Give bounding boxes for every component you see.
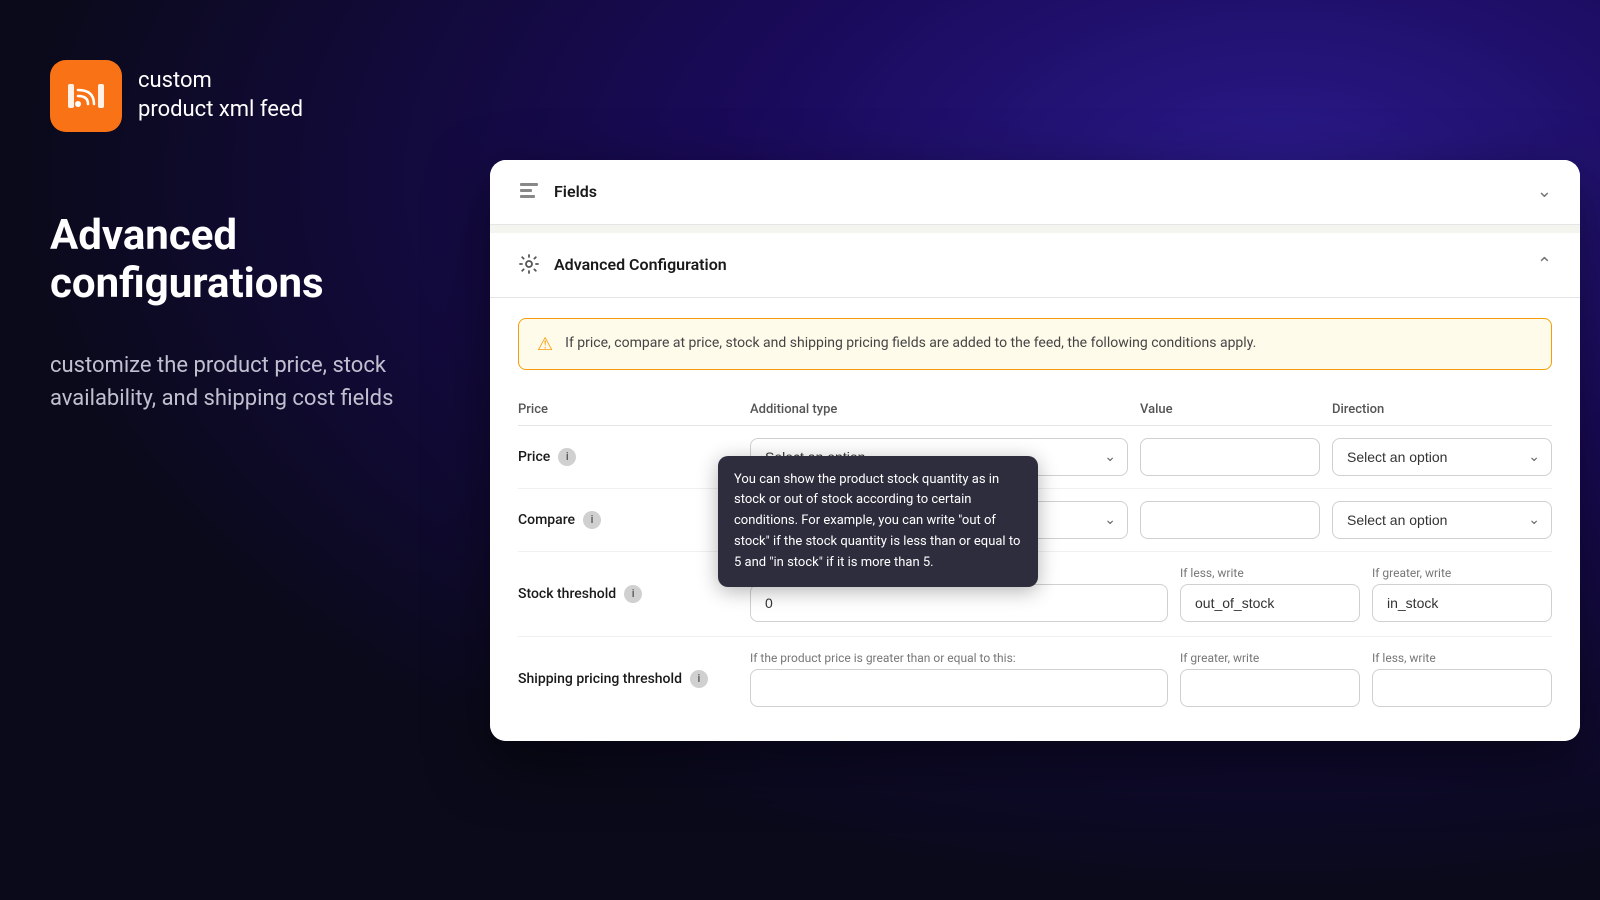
logo-text: custom product xml feed — [138, 67, 303, 124]
compare-direction-wrapper: Select an option Option 1 ⌄ — [1332, 501, 1552, 539]
fields-icon — [518, 180, 542, 204]
compare-label: Compare i — [518, 511, 738, 529]
price-label: Price i — [518, 448, 738, 466]
advanced-section: Advanced Configuration ⌃ ⚠ If price, com… — [490, 233, 1580, 741]
compare-value-wrapper — [1140, 501, 1320, 539]
shipping-if-less-group: If less, write — [1372, 651, 1552, 707]
shipping-condition-group: If the product price is greater than or … — [750, 651, 1168, 707]
shipping-if-greater-input[interactable] — [1180, 669, 1360, 707]
stock-if-less-group: If less, write — [1180, 566, 1360, 622]
col-header-value: Value — [1140, 402, 1320, 417]
col-header-direction: Direction — [1332, 402, 1552, 417]
subtitle: customize the product price, stock avail… — [50, 349, 430, 415]
logo-area: custom product xml feed — [50, 60, 430, 132]
stock-tooltip: You can show the product stock quantity … — [718, 456, 1038, 588]
shipping-label: Shipping pricing threshold i — [518, 670, 738, 688]
row-headers: Price Additional type Value Direction — [518, 390, 1552, 426]
warning-text: If price, compare at price, stock and sh… — [565, 333, 1256, 354]
warning-banner: ⚠ If price, compare at price, stock and … — [518, 318, 1552, 370]
fields-chevron[interactable]: ⌄ — [1537, 181, 1552, 202]
stock-if-greater-group: If greater, write — [1372, 566, 1552, 622]
app-logo-icon — [50, 60, 122, 132]
logo-line1: custom — [138, 67, 303, 96]
compare-direction-select[interactable]: Select an option Option 1 — [1332, 501, 1552, 539]
stock-if-less-input[interactable] — [1180, 584, 1360, 622]
advanced-title: Advanced Configuration — [554, 255, 727, 274]
shipping-if-greater-group: If greater, write — [1180, 651, 1360, 707]
stock-if-less-label: If less, write — [1180, 566, 1360, 580]
price-value-input[interactable] — [1140, 438, 1320, 476]
fields-title: Fields — [554, 182, 597, 201]
fields-section-header[interactable]: Fields ⌄ — [490, 160, 1580, 225]
shipping-condition-label: If the product price is greater than or … — [750, 651, 1168, 665]
price-info-icon[interactable]: i — [558, 448, 576, 466]
price-direction-select[interactable]: Select an option Option 1 — [1332, 438, 1552, 476]
price-row: Price i Select an option Option 1 Option… — [518, 426, 1552, 489]
content-card: Fields ⌄ Advanced Configuration ⌃ — [490, 160, 1580, 741]
logo-line2: product xml feed — [138, 96, 303, 125]
price-value-wrapper — [1140, 438, 1320, 476]
stock-if-greater-input[interactable] — [1372, 584, 1552, 622]
col-header-additional-type: Additional type — [750, 402, 1128, 417]
gear-icon — [518, 253, 542, 277]
config-area: Price Additional type Value Direction Pr… — [490, 390, 1580, 741]
stock-if-greater-label: If greater, write — [1372, 566, 1552, 580]
price-direction-wrapper: Select an option Option 1 ⌄ — [1332, 438, 1552, 476]
shipping-if-less-label: If less, write — [1372, 651, 1552, 665]
advanced-header-left: Advanced Configuration — [518, 253, 727, 277]
shipping-row: Shipping pricing threshold i If the prod… — [518, 637, 1552, 721]
stock-label: Stock threshold i — [518, 585, 738, 603]
compare-value-input[interactable] — [1140, 501, 1320, 539]
stock-info-icon[interactable]: i — [624, 585, 642, 603]
compare-info-icon[interactable]: i — [583, 511, 601, 529]
warning-icon: ⚠ — [537, 334, 553, 355]
shipping-threshold-input[interactable] — [750, 669, 1168, 707]
shipping-if-less-input[interactable] — [1372, 669, 1552, 707]
shipping-info-icon[interactable]: i — [690, 670, 708, 688]
fields-header-left: Fields — [518, 180, 597, 204]
left-panel: custom product xml feed Advanced configu… — [0, 0, 480, 900]
right-panel: Fields ⌄ Advanced Configuration ⌃ — [480, 0, 1600, 900]
main-title: Advanced configurations — [50, 212, 430, 309]
col-header-price: Price — [518, 402, 738, 417]
advanced-chevron[interactable]: ⌃ — [1537, 254, 1552, 275]
shipping-if-greater-label: If greater, write — [1180, 651, 1360, 665]
stock-threshold-input[interactable] — [750, 584, 1168, 622]
advanced-section-header[interactable]: Advanced Configuration ⌃ — [490, 233, 1580, 298]
